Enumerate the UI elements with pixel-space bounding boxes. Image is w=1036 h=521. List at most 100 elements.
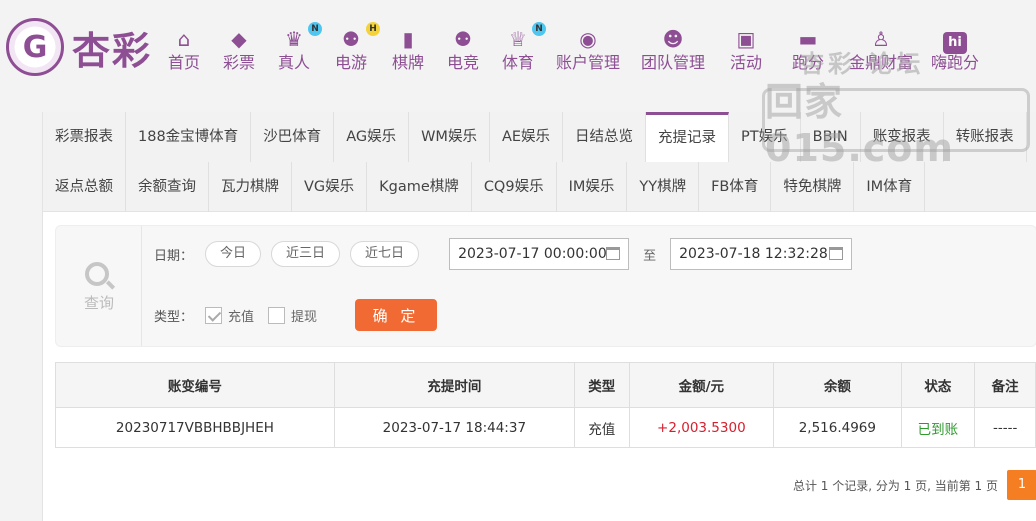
tab-tabs_row2-1[interactable]: 余额查询 [126, 162, 209, 212]
home-icon: ⌂ [177, 27, 191, 51]
nav-label: 账户管理 [555, 53, 620, 72]
tab-tabs_row2-7[interactable]: YY棋牌 [627, 162, 700, 212]
date-row: 日期： 今日 近三日 近七日 2023-07-17 00:00:00 至 202… [154, 238, 853, 270]
start-date-value: 2023-07-17 00:00:00 [458, 246, 607, 262]
tab-tabs_row1-11[interactable]: 转账报表 [944, 112, 1027, 162]
page-button-current[interactable]: 1 [1007, 470, 1036, 500]
start-date-input[interactable]: 2023-07-17 00:00:00 [449, 238, 630, 270]
tab-tabs_row2-10[interactable]: IM体育 [854, 162, 926, 212]
deposit-checkbox[interactable]: 充值 [205, 306, 254, 325]
nav-item-0[interactable]: ⌂ 首页 [158, 26, 210, 76]
nav-badge: N [308, 22, 322, 36]
pagination-summary: 总计 1 个记录, 分为 1 页, 当前第 1 页 [792, 479, 998, 493]
col-serial: 账变编号 [55, 362, 335, 408]
nav-item-11[interactable]: ♙ 金鼎财富 [842, 26, 920, 76]
calendar-icon[interactable] [829, 247, 844, 260]
nav-item-8[interactable]: ☻ 团队管理 [632, 26, 714, 76]
tab-tabs_row1-0[interactable]: 彩票报表 [43, 112, 126, 162]
tab-tabs_row1-9[interactable]: BBIN [801, 112, 861, 162]
confirm-button[interactable]: 确 定 [355, 299, 438, 331]
site-logo[interactable]: G 杏彩 [6, 18, 152, 76]
col-status: 状态 [900, 362, 976, 408]
nav-label: 活动 [729, 53, 762, 72]
nav-item-9[interactable]: ▣ 活动 [718, 26, 774, 76]
tab-tabs_row2-8[interactable]: FB体育 [699, 162, 772, 212]
tab-tabs_row1-5[interactable]: AE娱乐 [490, 112, 564, 162]
nav-label: 真人 [277, 53, 310, 72]
cell-balance: 2,516.4969 [773, 407, 902, 448]
hi-icon: hi [924, 26, 986, 54]
col-amount: 金额/元 [628, 362, 775, 408]
report-tabs: 彩票报表 188金宝博体育 沙巴体育 AG娱乐 WM娱乐 AE娱乐 日结总览 充提记录 PT娱乐… [43, 112, 1036, 212]
nav-item-1[interactable]: ◆ 彩票 [214, 26, 264, 76]
nav-item-6[interactable]: ♕ 体育 N [492, 22, 546, 76]
date-label: 日期： [154, 248, 194, 264]
magnifier-icon [85, 262, 109, 286]
tab-tabs_row1-6[interactable]: 日结总览 [563, 112, 647, 162]
tab-tabs_row1-4[interactable]: WM娱乐 [409, 112, 490, 162]
nav-label: 首页 [167, 53, 200, 72]
lottery-icon: ◆ [231, 27, 247, 51]
tab-tabs_row1-1[interactable]: 188金宝博体育 [126, 112, 252, 162]
top-header: G 杏彩 ⌂ 首页 ◆ 彩票 ♛ 真人 N ⚉ 电游 H ▮ 棋牌 ⚉ 电竞 ♕ 体育 N ◉ 账户管理 ☻ 团队管理 ▣… [0, 0, 1036, 100]
deposit-label: 充值 [228, 309, 255, 325]
nav-item-5[interactable]: ⚉ 电竞 [438, 26, 488, 76]
nav-item-3[interactable]: ⚉ 电游 H [324, 22, 380, 76]
cell-note: ----- [974, 407, 1036, 448]
gift-icon: ▣ [736, 27, 756, 51]
tab-tabs_row2-2[interactable]: 瓦力棋牌 [209, 162, 292, 212]
main-nav: ⌂ 首页 ◆ 彩票 ♛ 真人 N ⚉ 电游 H ▮ 棋牌 ⚉ 电竞 ♕ 体育 N ◉ 账户管理 ☻ 团队管理 ▣ 活动 ▬ 跑分… [158, 22, 990, 76]
end-date-input[interactable]: 2023-07-18 12:32:28 [670, 238, 853, 270]
wealth-icon: ♙ [872, 27, 890, 51]
tab-tabs_row2-5[interactable]: CQ9娱乐 [472, 162, 557, 212]
nav-label: 电竞 [446, 53, 479, 72]
nav-badge: N [532, 22, 546, 36]
tab-tabs_row2-4[interactable]: Kgame棋牌 [367, 162, 472, 212]
tab-tabs_row2-3[interactable]: VG娱乐 [292, 162, 368, 212]
last-seven-days-button[interactable]: 近七日 [350, 241, 420, 267]
nav-item-10[interactable]: ▬ 跑分 [778, 26, 838, 76]
cell-status: 已到账 [900, 407, 976, 448]
type-row: 类型： 充值 提现 确 定 [154, 298, 438, 332]
query-button[interactable]: 查询 [56, 226, 142, 346]
hi-icon-text: hi [943, 32, 967, 54]
nav-label: 彩票 [222, 53, 255, 72]
nav-label: 嗨跑分 [930, 53, 979, 72]
cell-type: 充值 [573, 407, 630, 448]
table-row: 20230717VBBHBBJHEH 2023-07-17 18:44:37 充… [55, 407, 1036, 448]
nav-item-4[interactable]: ▮ 棋牌 [382, 26, 434, 76]
nav-item-7[interactable]: ◉ 账户管理 [548, 26, 628, 76]
nav-item-2[interactable]: ♛ 真人 N [268, 22, 322, 76]
checkbox-unchecked-icon[interactable] [268, 306, 286, 324]
cell-amount: +2,003.5300 [628, 407, 775, 448]
tab-tabs_row1-2[interactable]: 沙巴体育 [251, 112, 335, 162]
nav-item-12[interactable]: hi 嗨跑分 [924, 26, 986, 76]
account-icon: ◉ [579, 27, 597, 51]
tab-row-1: 彩票报表 188金宝博体育 沙巴体育 AG娱乐 WM娱乐 AE娱乐 日结总览 充提记录 PT娱乐… [43, 112, 1036, 162]
last-three-days-button[interactable]: 近三日 [271, 241, 341, 267]
withdraw-label: 提现 [291, 309, 318, 325]
search-panel: 查询 日期： 今日 近三日 近七日 2023-07-17 00:00:00 至 … [55, 225, 1036, 347]
cell-serial: 20230717VBBHBBJHEH [55, 407, 335, 448]
logo-text: 杏彩 [72, 28, 153, 73]
tab-tabs_row1-3[interactable]: AG娱乐 [334, 112, 410, 162]
withdraw-checkbox[interactable]: 提现 [268, 306, 317, 325]
cards-icon: ▮ [402, 27, 414, 51]
checkbox-checked-icon[interactable] [205, 306, 223, 324]
tab-tabs_row1-10[interactable]: 账变报表 [861, 112, 944, 162]
tab-tabs_row1-7[interactable]: 充提记录 [646, 112, 730, 162]
tab-tabs_row1-8[interactable]: PT娱乐 [729, 112, 801, 162]
col-balance: 余额 [773, 362, 902, 408]
tab-tabs_row2-6[interactable]: IM娱乐 [557, 162, 628, 212]
nav-label: 团队管理 [640, 53, 705, 72]
esports-icon: ⚉ [454, 27, 472, 51]
tab-tabs_row2-0[interactable]: 返点总额 [43, 162, 126, 212]
query-label: 查询 [83, 294, 114, 312]
tab-row-2: 返点总额 余额查询 瓦力棋牌 VG娱乐 Kgame棋牌 CQ9娱乐 IM娱乐 YY棋牌 FB体育… [43, 162, 1036, 212]
today-button[interactable]: 今日 [205, 241, 262, 267]
calendar-icon[interactable] [606, 247, 621, 260]
col-time: 充提时间 [333, 362, 575, 408]
nav-label: 金鼎财富 [848, 53, 913, 72]
cell-time: 2023-07-17 18:44:37 [333, 407, 575, 448]
tab-tabs_row2-9[interactable]: 特免棋牌 [771, 162, 855, 212]
